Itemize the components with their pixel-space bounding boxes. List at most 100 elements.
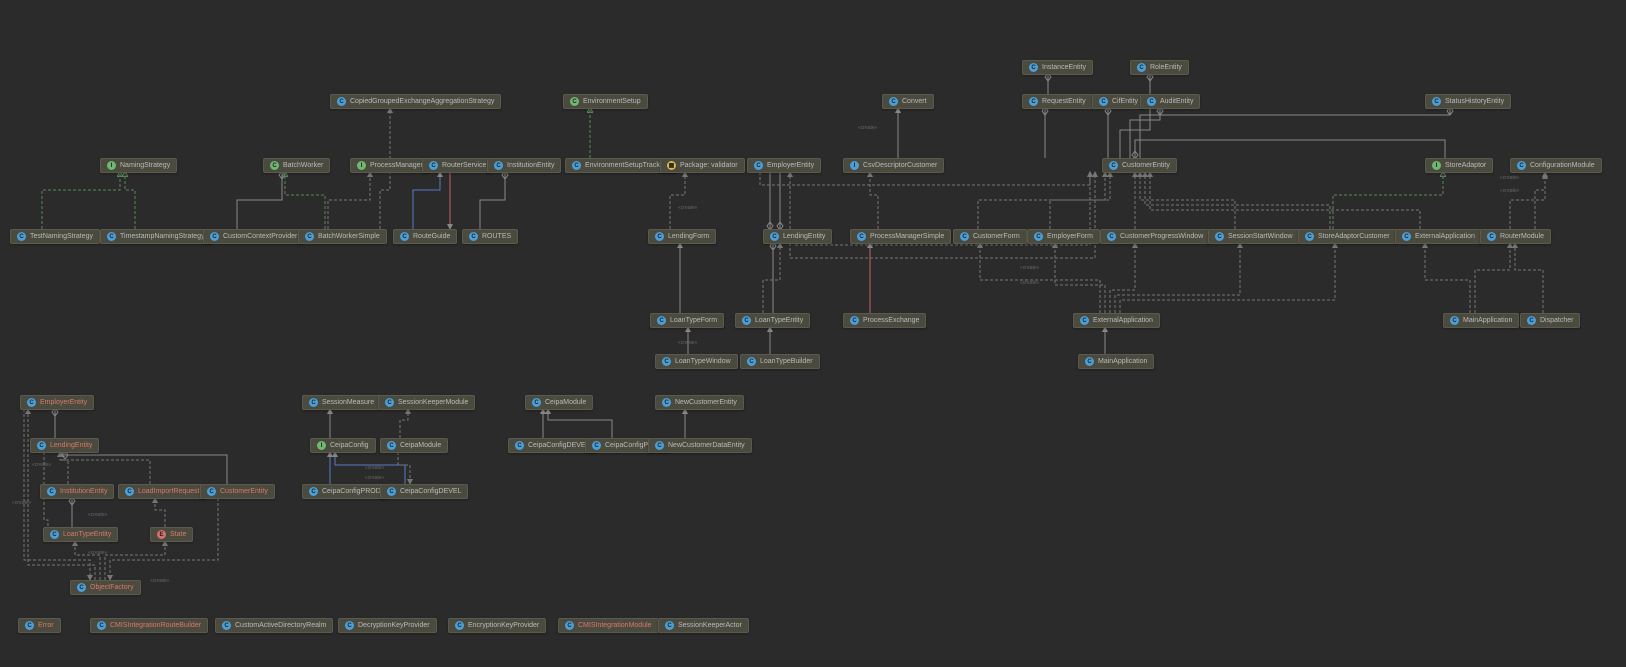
diagram-node-n30[interactable]: CProcessManagerSimple [850,229,951,244]
edge-stereotype-label: «create» [88,550,107,556]
node-label: InstanceEntity [1042,64,1086,71]
diagram-node-n51[interactable]: CNewCustomerEntity [655,395,744,410]
node-type-icon: C [270,161,279,170]
diagram-node-n28[interactable]: CLendingForm [648,229,716,244]
node-label: EnvironmentSetupTracking [585,162,669,169]
diagram-node-n7[interactable]: CCifEntity [1092,94,1145,109]
diagram-node-n34[interactable]: CSessionStartWindow [1208,229,1300,244]
node-type-icon: I [357,161,366,170]
diagram-node-n46[interactable]: CMainApplication [1078,354,1154,369]
node-label: CeipaModule [400,442,441,449]
node-label: RouterService [442,162,486,169]
diagram-node-n5[interactable]: CConvert [882,94,934,109]
diagram-node-n55[interactable]: CCeipaConfigDEVEL [508,438,596,453]
node-type-icon: C [305,232,314,241]
diagram-node-n40[interactable]: CProcessExchange [843,313,926,328]
node-label: EmployerEntity [767,162,814,169]
diagram-node-n49[interactable]: CSessionKeeperModule [378,395,475,410]
diagram-node-n17[interactable]: CEmployerEntity [747,158,821,173]
node-type-icon: C [1527,316,1536,325]
diagram-node-n47[interactable]: CEmployerEntity [20,395,94,410]
node-type-icon: C [662,398,671,407]
diagram-node-n4[interactable]: CRoleEntity [1130,60,1189,75]
node-type-icon: I [317,441,326,450]
diagram-node-n9[interactable]: CStatusHistoryEntity [1425,94,1511,109]
node-type-icon: C [77,583,86,592]
diagram-node-n58[interactable]: CInstitutionEntity [40,484,114,499]
diagram-node-n68[interactable]: CCustomActiveDirectoryRealm [215,618,333,633]
diagram-node-n35[interactable]: CStoreAdaptorCustomer [1298,229,1397,244]
diagram-node-n22[interactable]: CTestNamingStrategy [10,229,100,244]
diagram-node-n25[interactable]: CBatchWorkerSimple [298,229,387,244]
diagram-node-n43[interactable]: CDispatcher [1520,313,1580,328]
node-label: CeipaConfig [330,442,369,449]
diagram-node-n10[interactable]: INamingStrategy [100,158,177,173]
diagram-node-n48[interactable]: CSessionMeasure [302,395,381,410]
node-type-icon: C [400,232,409,241]
diagram-node-n6[interactable]: CRequestEntity [1022,94,1093,109]
diagram-node-n41[interactable]: CExternalApplication [1073,313,1160,328]
diagram-node-n59[interactable]: CLoadImportRequest [118,484,206,499]
node-type-icon: C [770,232,779,241]
diagram-node-n70[interactable]: CEncryptionKeyProvider [448,618,546,633]
diagram-node-n61[interactable]: CCeipaConfigPROD [302,484,388,499]
diagram-node-n11[interactable]: CBatchWorker [263,158,330,173]
diagram-node-n57[interactable]: CNewCustomerDataEntity [648,438,752,453]
node-type-icon: C [655,232,664,241]
diagram-node-n69[interactable]: CDecryptionKeyProvider [338,618,437,633]
diagram-node-n26[interactable]: CRouteGuide [393,229,457,244]
node-type-icon: C [385,398,394,407]
diagram-node-n21[interactable]: CConfigurationModule [1510,158,1602,173]
edge-stereotype-label: «create» [150,578,169,584]
diagram-node-n44[interactable]: CLoanTypeWindow [655,354,738,369]
diagram-node-n24[interactable]: CCustomContextProvider [203,229,304,244]
diagram-node-n66[interactable]: CError [18,618,61,633]
diagram-node-n2[interactable]: CEnvironmentSetup [563,94,648,109]
diagram-node-n23[interactable]: CTimestampNamingStrategy [100,229,212,244]
node-type-icon: C [960,232,969,241]
diagram-node-n14[interactable]: CInstitutionEntity [487,158,561,173]
diagram-node-n12[interactable]: IProcessManager [350,158,430,173]
diagram-node-n64[interactable]: EState [150,527,193,542]
diagram-node-n16[interactable]: ▦Package: validator [660,158,745,173]
node-label: CifEntity [1112,98,1138,105]
diagram-node-n27[interactable]: CROUTES [462,229,518,244]
diagram-node-n65[interactable]: CObjectFactory [70,580,141,595]
diagram-node-n72[interactable]: CSessionKeeperActor [658,618,749,633]
diagram-node-n52[interactable]: CLendingEntity [30,438,99,453]
diagram-node-n3[interactable]: C InstanceEntity [1022,60,1093,75]
diagram-node-n18[interactable]: ICsvDescriptorCustomer [843,158,944,173]
diagram-node-n32[interactable]: CEmployerForm [1027,229,1100,244]
diagram-node-n42[interactable]: CMainApplication [1443,313,1519,328]
diagram-node-n29[interactable]: C LendingEntity [763,229,832,244]
node-type-icon: ▦ [667,161,676,170]
diagram-node-n20[interactable]: IStoreAdaptor [1425,158,1493,173]
diagram-node-n63[interactable]: CLoanTypeEntity [43,527,118,542]
diagram-node-n19[interactable]: CCustomerEntity [1102,158,1177,173]
diagram-node-n50[interactable]: CCeipaModule [525,395,593,410]
node-label: LendingEntity [783,233,825,240]
node-type-icon: C [1029,63,1038,72]
diagram-node-n39[interactable]: CLoanTypeEntity [735,313,810,328]
node-type-icon: C [1107,232,1116,241]
node-label: CeipaConfigDEVEL [528,442,589,449]
diagram-node-n53[interactable]: I CeipaConfig [310,438,376,453]
diagram-node-n36[interactable]: CExternalApplication [1395,229,1482,244]
node-label: ExternalApplication [1415,233,1475,240]
diagram-node-n71[interactable]: CCMISIntegrationModule [558,618,659,633]
node-label: State [170,531,186,538]
diagram-node-n13[interactable]: CRouterService [422,158,493,173]
diagram-node-n54[interactable]: CCeipaModule [380,438,448,453]
diagram-node-n45[interactable]: CLoanTypeBuilder [740,354,820,369]
diagram-node-n67[interactable]: CCMISIntegrationRouteBuilder [90,618,208,633]
node-label: TimestampNamingStrategy [120,233,205,240]
diagram-node-n37[interactable]: CRouterModule [1480,229,1551,244]
diagram-node-n8[interactable]: CAuditEntity [1140,94,1200,109]
diagram-node-n62[interactable]: CCeipaConfigDEVEL [380,484,468,499]
diagram-node-n1[interactable]: CCopiedGroupedExchangeAggregationStrateg… [330,94,501,109]
diagram-node-n31[interactable]: CCustomerForm [953,229,1027,244]
diagram-node-n33[interactable]: CCustomerProgressWindow [1100,229,1210,244]
diagram-node-n60[interactable]: CCustomerEntity [200,484,275,499]
node-label: LoanTypeEntity [755,317,803,324]
diagram-node-n38[interactable]: CLoanTypeForm [650,313,724,328]
